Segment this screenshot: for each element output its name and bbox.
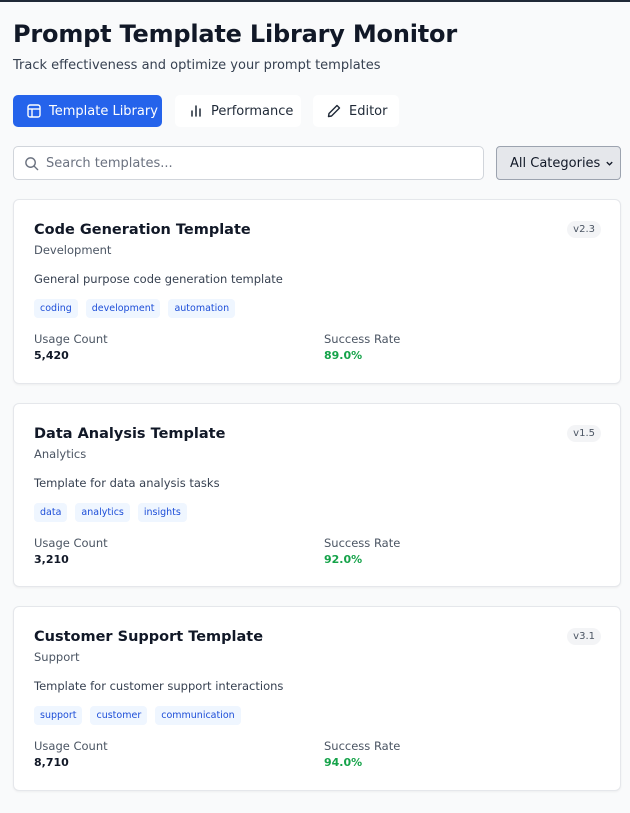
success-rate-label: Success Rate [324, 739, 401, 753]
template-card[interactable]: Data Analysis Template Analytics v1.5 Te… [13, 403, 621, 587]
tab-performance[interactable]: Performance [175, 95, 301, 127]
usage-count-value: 8,710 [34, 756, 69, 769]
template-category: Development [34, 243, 112, 257]
template-name: Code Generation Template [34, 222, 251, 238]
usage-count-label: Usage Count [34, 332, 108, 346]
tag-list: support customer communication [34, 706, 241, 725]
category-select-value: All Categories [510, 155, 601, 171]
search-input[interactable] [46, 153, 476, 173]
template-name: Data Analysis Template [34, 426, 226, 442]
tag-list: coding development automation [34, 299, 236, 318]
template-name: Customer Support Template [34, 629, 264, 645]
template-category: Analytics [34, 447, 87, 461]
tag: communication [155, 706, 241, 725]
tag: insights [137, 503, 187, 522]
template-description: General purpose code generation template [34, 272, 283, 286]
top-border [0, 0, 630, 2]
version-badge: v3.1 [567, 628, 601, 645]
template-description: Template for customer support interactio… [34, 679, 284, 693]
usage-count-label: Usage Count [34, 536, 108, 550]
success-rate-value: 94.0% [324, 756, 363, 769]
tab-label: Performance [211, 103, 294, 119]
template-description: Template for data analysis tasks [34, 476, 220, 490]
tag: data [34, 503, 68, 522]
template-card[interactable]: Customer Support Template Support v3.1 T… [13, 606, 621, 791]
tab-label: Template Library [49, 103, 158, 119]
usage-count-label: Usage Count [34, 739, 108, 753]
tag: analytics [75, 503, 130, 522]
pencil-icon [327, 104, 341, 118]
usage-count-value: 5,420 [34, 349, 69, 362]
tag: customer [90, 706, 148, 725]
tab-template-library[interactable]: Template Library [13, 95, 162, 127]
tag: coding [34, 299, 78, 318]
tab-label: Editor [349, 103, 388, 119]
tag: automation [168, 299, 236, 318]
tag: support [34, 706, 83, 725]
success-rate-value: 89.0% [324, 349, 363, 362]
layout-icon [27, 104, 41, 118]
success-rate-value: 92.0% [324, 553, 363, 566]
tab-editor[interactable]: Editor [313, 95, 399, 127]
chevron-down-icon [606, 161, 613, 166]
tag-list: data analytics insights [34, 503, 187, 522]
search-box [13, 146, 484, 180]
template-card[interactable]: Code Generation Template Development v2.… [13, 199, 621, 384]
template-category: Support [34, 650, 80, 664]
success-rate-label: Success Rate [324, 536, 401, 550]
category-select[interactable]: All Categories [496, 146, 621, 180]
bar-chart-icon [191, 105, 201, 117]
version-badge: v1.5 [567, 425, 601, 442]
usage-count-value: 3,210 [34, 553, 69, 566]
success-rate-label: Success Rate [324, 332, 401, 346]
page-subtitle: Track effectiveness and optimize your pr… [13, 58, 381, 73]
version-badge: v2.3 [567, 221, 601, 238]
tag: development [85, 299, 161, 318]
page-title: Prompt Template Library Monitor [13, 20, 457, 48]
search-icon [25, 157, 39, 171]
